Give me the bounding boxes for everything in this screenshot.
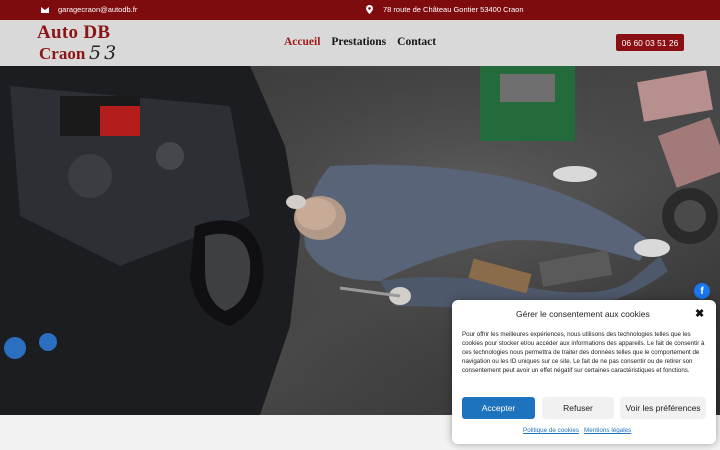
- top-info-bar: garagecraon@autodb.fr 78 route de Châtea…: [0, 0, 720, 20]
- envelope-icon: [41, 6, 49, 13]
- logo-line-1: Auto DB: [37, 22, 111, 43]
- consent-links: Politique de cookies Mentions légales: [523, 427, 631, 434]
- legal-notice-link[interactable]: Mentions légales: [584, 427, 631, 434]
- accept-button[interactable]: Accepter: [462, 397, 535, 419]
- nav-item-accueil[interactable]: Accueil: [284, 36, 320, 48]
- site-logo[interactable]: Auto DB Craon 53: [37, 22, 127, 64]
- address-text: 78 route de Château Gontier 53400 Craon: [383, 5, 524, 14]
- phone-button[interactable]: 06 60 03 51 26: [616, 34, 684, 51]
- logo-line-3: 53: [89, 42, 120, 64]
- consent-title: Gérer le consentement aux cookies: [516, 309, 650, 319]
- address-contact: 78 route de Château Gontier 53400 Craon: [366, 5, 524, 14]
- email-contact[interactable]: garagecraon@autodb.fr: [41, 5, 137, 14]
- cookie-consent-dialog: Gérer le consentement aux cookies ✖ Pour…: [452, 300, 716, 444]
- facebook-icon[interactable]: f: [694, 283, 710, 299]
- nav-item-prestations[interactable]: Prestations: [331, 36, 386, 48]
- email-text[interactable]: garagecraon@autodb.fr: [58, 5, 137, 14]
- nav-item-contact[interactable]: Contact: [397, 36, 436, 48]
- main-nav: Accueil Prestations Contact: [284, 36, 436, 48]
- cookie-policy-link[interactable]: Politique de cookies: [523, 427, 579, 434]
- logo-line-2: Craon: [39, 44, 86, 63]
- refuse-button[interactable]: Refuser: [542, 397, 614, 419]
- consent-text: Pour offrir les meilleures expériences, …: [462, 331, 705, 374]
- map-pin-icon: [366, 5, 373, 14]
- close-icon[interactable]: ✖: [695, 307, 704, 320]
- preferences-button[interactable]: Voir les préférences: [620, 397, 706, 419]
- site-header: Auto DB Craon 53 Accueil Prestations Con…: [0, 20, 720, 66]
